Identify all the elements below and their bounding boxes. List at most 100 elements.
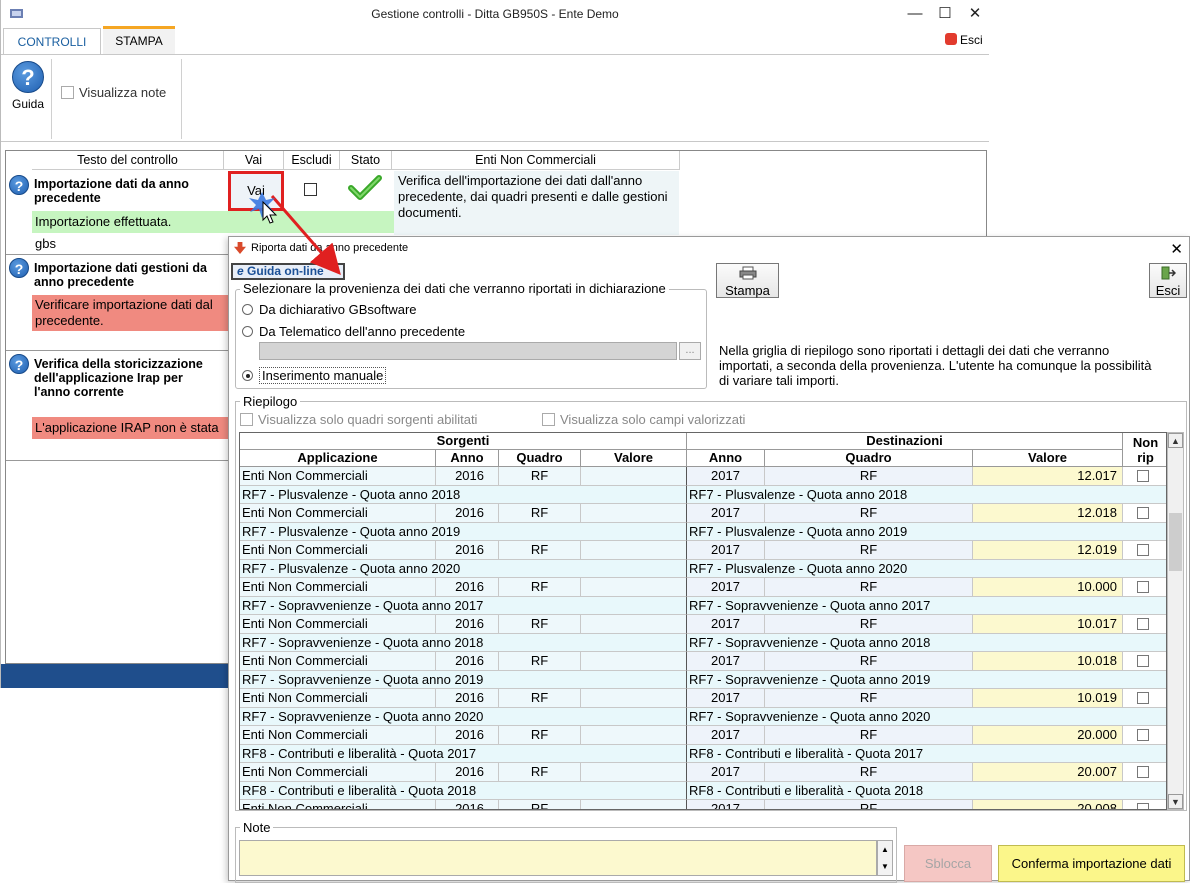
cell-anno-dest: 2017 xyxy=(687,541,765,560)
cell-quadro: RF xyxy=(499,763,581,782)
source-section-label: RF7 - Sopravvenienze - Quota anno 2018 xyxy=(240,633,687,652)
non-rip-checkbox[interactable] xyxy=(1137,729,1149,741)
esci-button[interactable]: Esci xyxy=(1149,263,1187,298)
vai-button[interactable]: Vai xyxy=(228,171,284,211)
exit-door-icon xyxy=(1161,266,1177,280)
radio-button[interactable] xyxy=(242,304,253,315)
cell-valore-dest[interactable]: 20.000 xyxy=(973,726,1123,745)
non-rip-checkbox[interactable] xyxy=(1137,581,1149,593)
cell-anno-dest: 2017 xyxy=(687,726,765,745)
cell-anno: 2016 xyxy=(436,689,499,708)
radio-manuale[interactable]: Inserimento manuale xyxy=(242,367,387,384)
riepilogo-legend: Riepilogo xyxy=(240,394,301,409)
tab-controlli[interactable]: CONTROLLI xyxy=(3,28,101,54)
filter-quadri-sorgenti[interactable]: Visualizza solo quadri sorgenti abilitat… xyxy=(240,412,477,427)
non-rip-cell xyxy=(1123,744,1166,763)
dialog-close-button[interactable]: ✕ xyxy=(1170,239,1183,261)
non-rip-checkbox[interactable] xyxy=(1137,544,1149,556)
close-button[interactable]: ✕ xyxy=(965,4,985,24)
cell-anno: 2016 xyxy=(436,763,499,782)
table-row: Enti Non Commerciali 2016 RF 2017 RF 12.019 xyxy=(240,541,1166,560)
scroll-down-arrow[interactable]: ▼ xyxy=(1168,794,1183,809)
row-divider xyxy=(6,254,232,255)
minimize-button[interactable]: — xyxy=(905,4,925,24)
escludi-checkbox[interactable] xyxy=(304,183,317,196)
file-path-input[interactable] xyxy=(259,342,677,360)
filter-label: Visualizza solo quadri sorgenti abilitat… xyxy=(258,412,478,427)
radio-button[interactable] xyxy=(242,326,253,337)
non-rip-checkbox[interactable] xyxy=(1137,766,1149,778)
cell-valore-dest[interactable]: 10.017 xyxy=(973,615,1123,634)
non-rip-checkbox[interactable] xyxy=(1137,507,1149,519)
control-note: gbs xyxy=(35,236,56,251)
cell-valore-dest[interactable]: 10.000 xyxy=(973,578,1123,597)
non-rip-checkbox[interactable] xyxy=(1137,470,1149,482)
radio-telematico[interactable]: Da Telematico dell'anno precedente xyxy=(242,324,465,339)
sblocca-button[interactable]: Sblocca xyxy=(904,845,992,882)
radio-button-selected[interactable] xyxy=(242,370,253,381)
ribbon-divider xyxy=(51,59,52,139)
stampa-button[interactable]: Stampa xyxy=(716,263,779,298)
tab-stampa[interactable]: STAMPA xyxy=(103,26,175,54)
grid-scrollbar[interactable]: ▲ ▼ xyxy=(1167,432,1184,810)
header-testo: Testo del controllo xyxy=(32,151,224,170)
radio-dichiarativo[interactable]: Da dichiarativo GBsoftware xyxy=(242,302,417,317)
info-text: Nella griglia di riepilogo sono riportat… xyxy=(719,343,1152,388)
riporta-dati-dialog: Riporta dati da anno precedente ✕ e Guid… xyxy=(228,236,1190,883)
cell-valore-dest[interactable]: 12.018 xyxy=(973,504,1123,523)
dest-section-label: RF7 - Sopravvenienze - Quota anno 2020 xyxy=(687,707,1123,726)
radio-label: Da Telematico dell'anno precedente xyxy=(259,324,466,339)
header-quadro-dest: Quadro xyxy=(765,450,973,467)
visualizza-note-checkbox[interactable]: Visualizza note xyxy=(61,85,166,100)
checkbox-box[interactable] xyxy=(61,86,74,99)
note-textarea[interactable] xyxy=(239,840,877,876)
maximize-button[interactable]: ☐ xyxy=(935,4,955,24)
browse-button[interactable]: ... xyxy=(679,342,701,360)
non-rip-checkbox[interactable] xyxy=(1137,618,1149,630)
help-icon[interactable]: ? xyxy=(9,175,29,195)
cell-anno-dest: 2017 xyxy=(687,504,765,523)
cell-valore-dest[interactable]: 20.008 xyxy=(973,800,1123,809)
cell-valore-dest[interactable]: 12.017 xyxy=(973,467,1123,486)
help-icon[interactable]: ? xyxy=(9,258,29,278)
cell-anno: 2016 xyxy=(436,800,499,809)
dialog-title-bar: Riporta dati da anno precedente ✕ xyxy=(229,237,1189,259)
scroll-up-arrow[interactable]: ▲ xyxy=(1168,433,1183,448)
cell-valore-dest[interactable]: 10.019 xyxy=(973,689,1123,708)
table-row: Enti Non Commerciali 2016 RF 2017 RF 12.018 xyxy=(240,504,1166,523)
radio-label: Inserimento manuale xyxy=(259,367,387,384)
header-applicazione: Applicazione xyxy=(240,450,436,467)
cell-valore xyxy=(581,800,687,809)
cell-anno-dest: 2017 xyxy=(687,800,765,809)
window-title: Gestione controlli - Ditta GB950S - Ente… xyxy=(371,7,619,21)
help-icon[interactable]: ? xyxy=(9,354,29,374)
cell-valore-dest[interactable]: 20.007 xyxy=(973,763,1123,782)
cell-valore-dest[interactable]: 12.019 xyxy=(973,541,1123,560)
note-scrollbar[interactable]: ▲ ▼ xyxy=(877,840,893,876)
esci-top-label: Esci xyxy=(960,33,983,47)
visualizza-note-label: Visualizza note xyxy=(79,85,167,100)
table-row: Enti Non Commerciali 2016 RF 2017 RF 12.017 xyxy=(240,467,1166,486)
esci-top-button[interactable]: Esci xyxy=(945,33,983,47)
help-icon: ? xyxy=(12,61,44,93)
cell-valore-dest[interactable]: 10.018 xyxy=(973,652,1123,671)
guida-button[interactable]: ? Guida xyxy=(7,61,49,111)
table-row: Enti Non Commerciali 2016 RF 2017 RF 10.018 xyxy=(240,652,1166,671)
conferma-importazione-button[interactable]: Conferma importazione dati xyxy=(998,845,1185,882)
guida-online-button[interactable]: e Guida on-line xyxy=(231,263,345,280)
cell-anno-dest: 2017 xyxy=(687,689,765,708)
filter-campi-valorizzati[interactable]: Visualizza solo campi valorizzati xyxy=(542,412,745,427)
non-rip-checkbox[interactable] xyxy=(1137,803,1149,809)
non-rip-checkbox[interactable] xyxy=(1137,655,1149,667)
cell-non-rip xyxy=(1123,615,1166,634)
scroll-thumb[interactable] xyxy=(1169,513,1182,571)
source-section-label: RF7 - Plusvalenze - Quota anno 2019 xyxy=(240,522,687,541)
checkbox-box[interactable] xyxy=(542,413,555,426)
non-rip-checkbox[interactable] xyxy=(1137,692,1149,704)
checkbox-box[interactable] xyxy=(240,413,253,426)
cell-quadro-dest: RF xyxy=(765,541,973,560)
cell-non-rip xyxy=(1123,504,1166,523)
header-escludi: Escludi xyxy=(284,151,340,170)
note-legend: Note xyxy=(240,820,274,835)
dest-section-label: RF8 - Contributi e liberalità - Quota 20… xyxy=(687,744,1123,763)
